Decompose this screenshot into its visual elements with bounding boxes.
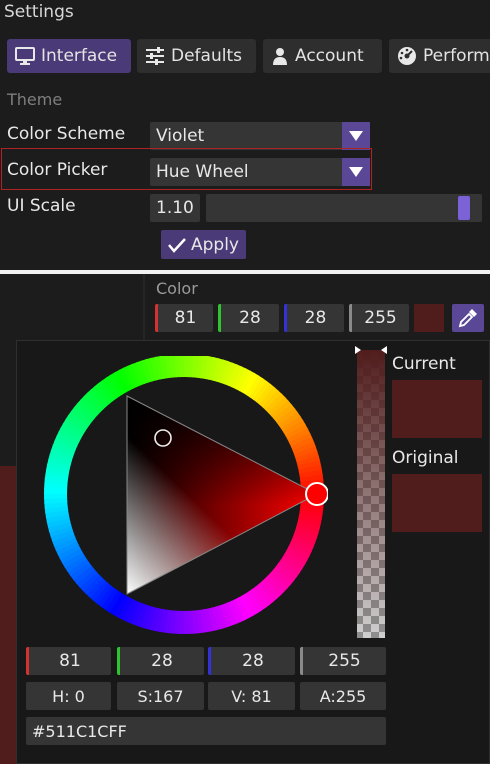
eyedropper-icon — [458, 309, 477, 328]
current-label: Current — [392, 354, 456, 374]
background-swatch — [0, 466, 16, 764]
eyedropper-button[interactable] — [452, 304, 484, 332]
color-scheme-value: Violet — [156, 126, 205, 146]
picker-g-input[interactable]: 28 — [117, 647, 204, 675]
color-b-input[interactable]: 28 — [284, 304, 344, 332]
chevron-down-icon[interactable] — [342, 158, 370, 186]
checkmark-icon — [168, 237, 186, 253]
apply-label: Apply — [191, 234, 239, 255]
picker-b-input[interactable]: 28 — [208, 647, 295, 675]
current-color-swatch — [392, 380, 482, 438]
tab-label: Interface — [41, 46, 118, 66]
tab-label: Defaults — [171, 46, 242, 66]
slider-handle[interactable] — [458, 196, 471, 220]
sliders-icon — [146, 47, 164, 65]
original-color-swatch[interactable] — [392, 474, 482, 532]
color-g-input[interactable]: 28 — [218, 304, 279, 332]
tab-defaults[interactable]: Defaults — [137, 39, 256, 73]
ui-scale-slider[interactable] — [206, 194, 482, 222]
window-title: Settings — [4, 2, 74, 22]
color-picker-combo[interactable]: Hue Wheel — [150, 158, 370, 186]
alpha-bar[interactable] — [355, 344, 387, 640]
color-label: Color — [156, 279, 198, 298]
tab-label: Account — [295, 46, 364, 66]
tab-account[interactable]: Account — [263, 39, 382, 73]
tab-interface[interactable]: Interface — [7, 39, 131, 73]
picker-a-input[interactable]: 255 — [300, 647, 386, 675]
color-scheme-combo[interactable]: Violet — [150, 122, 370, 150]
theme-section-label: Theme — [7, 90, 63, 109]
color-swatch[interactable] — [414, 304, 444, 332]
picker-r-input[interactable]: 81 — [26, 647, 111, 675]
ui-scale-label: UI Scale — [7, 196, 76, 216]
picker-s-input[interactable]: S:167 — [117, 682, 204, 710]
ui-scale-input[interactable]: 1.10 — [150, 194, 200, 222]
hue-wheel[interactable] — [40, 356, 328, 634]
apply-button[interactable]: Apply — [161, 230, 246, 259]
tab-performance[interactable]: Perform — [389, 39, 490, 73]
chevron-down-icon[interactable] — [342, 122, 370, 150]
tab-label: Perform — [423, 46, 490, 66]
color-picker-label: Color Picker — [7, 160, 108, 180]
picker-alpha-input[interactable]: A:255 — [300, 682, 386, 710]
picker-v-input[interactable]: V: 81 — [208, 682, 295, 710]
color-a-input[interactable]: 255 — [349, 304, 409, 332]
user-icon — [273, 48, 287, 65]
picker-h-input[interactable]: H: 0 — [26, 682, 111, 710]
hex-input[interactable]: #511C1CFF — [26, 717, 386, 745]
color-r-input[interactable]: 81 — [155, 304, 213, 332]
color-scheme-label: Color Scheme — [7, 124, 126, 144]
color-picker-value: Hue Wheel — [156, 162, 249, 182]
monitor-icon — [15, 47, 35, 65]
original-label: Original — [392, 448, 459, 468]
hue-cursor — [305, 482, 328, 506]
gauge-icon — [398, 47, 416, 65]
